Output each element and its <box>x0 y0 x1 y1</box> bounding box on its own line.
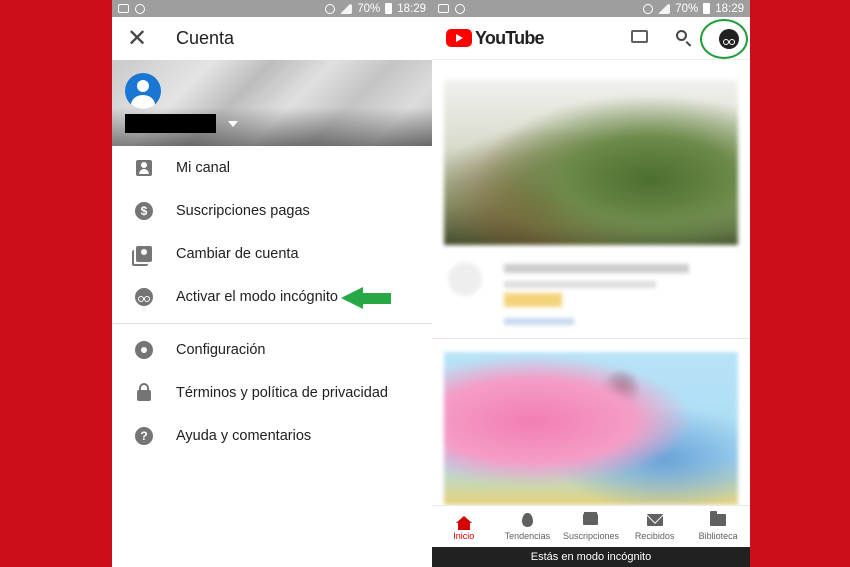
nav-inbox[interactable]: Recibidos <box>623 506 687 547</box>
menu-item-incognito[interactable]: Activar el modo incógnito <box>112 275 432 318</box>
account-header: ✕ Cuenta <box>112 17 432 60</box>
video-thumbnail[interactable] <box>444 80 738 245</box>
dollar-icon: $ <box>135 201 153 220</box>
menu-item-label: Cambiar de cuenta <box>176 245 299 262</box>
nav-label: Recibidos <box>634 530 675 541</box>
clock: 18:29 <box>715 2 744 15</box>
folder-icon <box>710 510 727 526</box>
image-icon <box>438 4 449 13</box>
menu-item-my-channel[interactable]: Mi canal <box>112 146 432 189</box>
divider <box>432 338 750 339</box>
account-name-redacted <box>125 114 216 133</box>
menu-item-label: Términos y política de privacidad <box>176 384 388 401</box>
battery-percent: 70% <box>357 2 381 15</box>
close-icon[interactable]: ✕ <box>112 17 162 60</box>
menu-item-settings[interactable]: Configuración <box>112 328 432 371</box>
battery-icon <box>385 3 393 14</box>
status-bar: 70% 18:29 <box>432 0 750 17</box>
battery-icon <box>703 3 711 14</box>
highlight-circle-annotation <box>700 19 748 59</box>
wifi-icon <box>658 3 671 14</box>
green-arrow-annotation <box>341 287 391 309</box>
flame-icon <box>521 512 533 527</box>
lock-icon <box>137 382 151 401</box>
voicemail-icon <box>455 3 465 14</box>
menu-item-help[interactable]: ? Ayuda y comentarios <box>112 414 432 457</box>
menu-item-label: Mi canal <box>176 159 230 176</box>
chevron-down-icon[interactable] <box>228 121 238 127</box>
subscriptions-icon <box>583 514 599 525</box>
clock: 18:29 <box>397 2 426 15</box>
nav-label: Suscripciones <box>562 530 619 541</box>
menu-item-label: Configuración <box>176 341 266 358</box>
menu-item-label: Ayuda y comentarios <box>176 427 312 444</box>
account-panel: 70% 18:29 ✕ Cuenta Mi canal $ Suscripcio… <box>112 0 432 567</box>
battery-percent: 70% <box>675 2 699 15</box>
page-title: Cuenta <box>176 28 235 48</box>
gear-icon <box>135 340 153 359</box>
youtube-header: YouTube <box>432 17 750 60</box>
menu-item-switch-account[interactable]: Cambiar de cuenta <box>112 232 432 275</box>
divider <box>112 323 432 324</box>
alarm-icon <box>643 3 654 14</box>
wifi-icon <box>340 3 353 14</box>
video-thumbnail[interactable] <box>444 352 738 505</box>
nav-label: Biblioteca <box>698 530 738 541</box>
video-meta-blurred <box>444 250 738 335</box>
help-icon: ? <box>135 426 153 445</box>
menu-item-terms[interactable]: Términos y política de privacidad <box>112 371 432 414</box>
logo-text: YouTube <box>475 27 545 48</box>
nav-home[interactable]: Inicio <box>432 506 496 547</box>
nav-label: Tendencias <box>504 530 551 541</box>
channel-avatar[interactable] <box>448 262 482 296</box>
search-icon[interactable] <box>676 30 687 41</box>
switch-account-icon <box>136 245 152 262</box>
youtube-home: 70% 18:29 YouTube Inicio Tendencias Susc… <box>432 0 750 567</box>
voicemail-icon <box>135 3 145 14</box>
incognito-icon <box>135 287 153 306</box>
status-bar: 70% 18:29 <box>112 0 432 17</box>
nav-trending[interactable]: Tendencias <box>496 506 560 547</box>
incognito-banner: Estás en modo incógnito <box>432 547 750 567</box>
nav-label: Inicio <box>453 530 475 541</box>
avatar[interactable] <box>125 73 161 109</box>
mail-icon <box>646 513 663 526</box>
play-icon <box>446 29 472 47</box>
menu-item-label: Activar el modo incógnito <box>176 288 338 305</box>
account-banner <box>112 60 432 146</box>
alarm-icon <box>325 3 336 14</box>
bottom-navigation: Inicio Tendencias Suscripciones Recibido… <box>432 505 750 547</box>
menu-item-paid-subscriptions[interactable]: $ Suscripciones pagas <box>112 189 432 232</box>
laptop-icon <box>118 4 129 13</box>
youtube-logo[interactable]: YouTube <box>446 27 545 49</box>
nav-subscriptions[interactable]: Suscripciones <box>559 506 623 547</box>
cast-icon[interactable] <box>631 30 648 43</box>
menu-item-label: Suscripciones pagas <box>176 202 310 219</box>
home-icon <box>455 516 472 530</box>
person-icon <box>136 159 152 176</box>
nav-library[interactable]: Biblioteca <box>686 506 750 547</box>
